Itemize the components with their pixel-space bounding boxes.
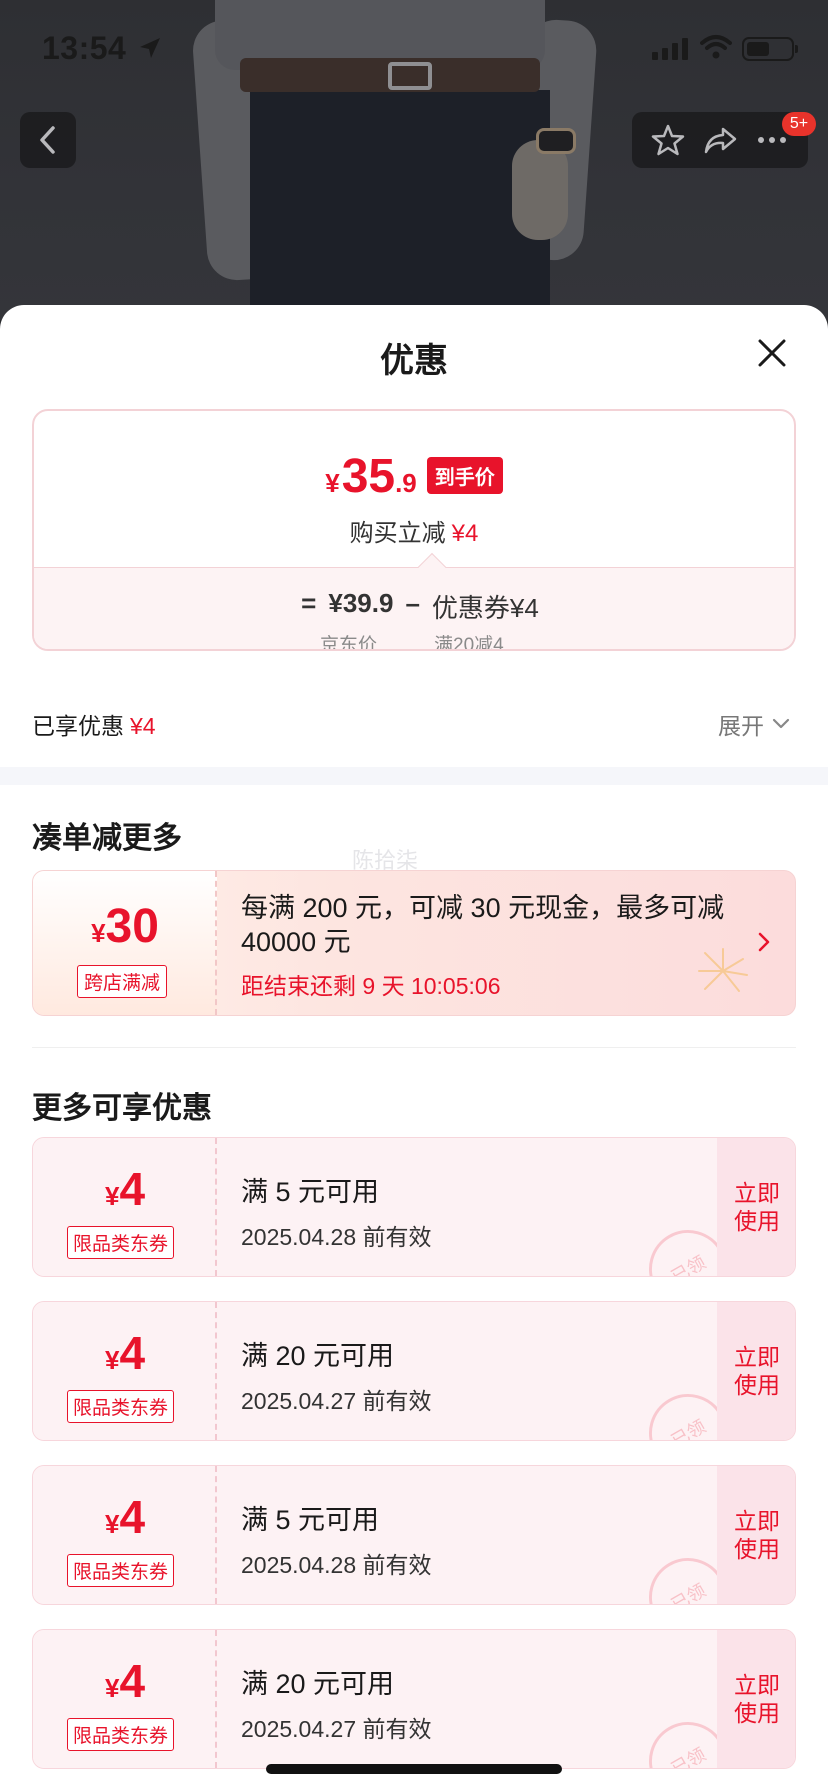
product-watch bbox=[536, 128, 576, 154]
promo-description: 每满 200 元，可减 30 元现金，最多可减 40000 元 bbox=[241, 893, 725, 957]
chevron-right-icon bbox=[758, 932, 770, 952]
final-price-card: ¥ 35 .9 到手价 购买立减 ¥4 = ¥39.9 – 优惠券¥4 京东价 满… bbox=[32, 409, 796, 651]
final-price-currency: ¥ bbox=[325, 468, 340, 498]
coupon-amount-panel: ¥4 限品类东券 bbox=[33, 1138, 217, 1276]
cellular-signal-icon bbox=[652, 38, 688, 60]
coupon-value: 4 bbox=[119, 1163, 146, 1215]
coupon-expiry: 2025.04.27 前有效 bbox=[241, 1388, 432, 1414]
instant-discount: 购买立减 ¥4 bbox=[34, 513, 794, 548]
coupon-value: 4 bbox=[119, 1491, 146, 1543]
final-price-area: ¥ 35 .9 到手价 购买立减 ¥4 bbox=[34, 411, 794, 567]
coupon-value: 4 bbox=[119, 1327, 146, 1379]
enjoyed-discount-label: 已享优惠 bbox=[32, 713, 124, 739]
formula-equals: = bbox=[301, 588, 317, 618]
sheet-title: 优惠 bbox=[380, 342, 448, 380]
share-icon[interactable] bbox=[703, 123, 737, 157]
final-price-integer: 35 bbox=[341, 450, 396, 503]
coupon-condition: 满 5 元可用 bbox=[241, 1177, 380, 1207]
chevron-left-icon bbox=[40, 126, 55, 154]
promo-countdown: 距结束还剩 9 天 10:05:06 bbox=[241, 973, 501, 999]
discount-sheet: 优惠 ¥ 35 .9 到手价 购买立减 ¥4 = ¥39.9 – 优惠券¥4 京东… bbox=[0, 305, 828, 1792]
promo-type-tag: 跨店满减 bbox=[77, 965, 168, 998]
price-formula: = ¥39.9 – 优惠券¥4 bbox=[34, 588, 794, 625]
final-price-tag: 到手价 bbox=[426, 457, 503, 494]
jd-price-label: 京东价 bbox=[320, 635, 378, 651]
final-price: ¥ 35 .9 到手价 bbox=[34, 449, 794, 504]
location-arrow-icon bbox=[140, 38, 160, 58]
battery-icon bbox=[742, 37, 798, 61]
coupon-type-tag: 限品类东券 bbox=[67, 1226, 175, 1259]
coupon-currency: ¥ bbox=[104, 1509, 120, 1539]
status-bar: 13:54 bbox=[0, 0, 828, 100]
coupon-type-tag: 限品类东券 bbox=[67, 1390, 175, 1423]
coupon-currency: ¥ bbox=[104, 1345, 120, 1375]
coupon-value: 4 bbox=[119, 1655, 146, 1707]
coupon-expiry: 2025.04.28 前有效 bbox=[241, 1224, 432, 1250]
section-separator bbox=[32, 1047, 796, 1048]
instant-discount-value: ¥4 bbox=[451, 520, 479, 547]
jd-price: ¥39.9 bbox=[328, 588, 394, 618]
expand-button[interactable]: 展开 bbox=[718, 707, 790, 741]
wifi-icon bbox=[700, 35, 732, 59]
coupon-type-tag: 限品类东券 bbox=[67, 1718, 175, 1751]
coupon-amount: ¥4 bbox=[33, 1162, 217, 1216]
bundle-section-title: 凑单减更多 bbox=[32, 822, 182, 855]
coupon-card: ¥4 限品类东券 满 5 元可用 2025.04.28 前有效 已领 立即使用 bbox=[32, 1137, 796, 1277]
coupon-amount: ¥4 bbox=[33, 1326, 217, 1380]
promo-value: 30 bbox=[105, 900, 159, 953]
use-now-button[interactable]: 立即使用 bbox=[717, 1466, 795, 1604]
enjoyed-discount-value: ¥4 bbox=[130, 713, 156, 739]
promo-amount: ¥30 bbox=[33, 899, 217, 954]
final-price-decimal: .9 bbox=[395, 468, 417, 498]
use-now-button[interactable]: 立即使用 bbox=[717, 1302, 795, 1440]
promo-amount-panel: ¥30 跨店满减 bbox=[33, 871, 217, 1015]
coupon-expiry: 2025.04.27 前有效 bbox=[241, 1716, 432, 1742]
coupon-deduction: 优惠券¥4 bbox=[431, 593, 539, 623]
product-jeans bbox=[250, 90, 550, 320]
use-now-button[interactable]: 立即使用 bbox=[717, 1630, 795, 1768]
price-breakdown: = ¥39.9 – 优惠券¥4 京东价 满20减4 bbox=[34, 567, 794, 651]
coupon-condition: 满 20 元可用 bbox=[241, 1341, 395, 1371]
use-now-button[interactable]: 立即使用 bbox=[717, 1138, 795, 1276]
coupon-condition: 满 20 元可用 bbox=[241, 1669, 395, 1699]
coupon-currency: ¥ bbox=[104, 1181, 120, 1211]
coupon-type-tag: 限品类东券 bbox=[67, 1554, 175, 1587]
chevron-down-icon bbox=[772, 718, 790, 729]
back-button[interactable] bbox=[20, 112, 76, 168]
home-indicator[interactable] bbox=[266, 1764, 562, 1774]
coupon-amount-panel: ¥4 限品类东券 bbox=[33, 1630, 217, 1768]
coupon-amount: ¥4 bbox=[33, 1654, 217, 1708]
close-icon[interactable] bbox=[756, 337, 788, 369]
formula-minus: – bbox=[405, 588, 420, 618]
coupon-condition-label: 满20减4 bbox=[434, 635, 504, 651]
coupon-card: ¥4 限品类东券 满 20 元可用 2025.04.27 前有效 已领 立即使用 bbox=[32, 1301, 796, 1441]
coupon-amount-panel: ¥4 限品类东券 bbox=[33, 1302, 217, 1440]
coupon-expiry: 2025.04.28 前有效 bbox=[241, 1552, 432, 1578]
expand-label: 展开 bbox=[718, 713, 764, 739]
coupon-amount-panel: ¥4 限品类东券 bbox=[33, 1466, 217, 1604]
section-divider bbox=[0, 767, 828, 785]
product-hand bbox=[512, 140, 568, 240]
coupon-currency: ¥ bbox=[104, 1673, 120, 1703]
promo-currency: ¥ bbox=[91, 918, 106, 948]
coupon-card: ¥4 限品类东券 满 20 元可用 2025.04.27 前有效 已领 立即使用 bbox=[32, 1629, 796, 1769]
coupon-condition: 满 5 元可用 bbox=[241, 1505, 380, 1535]
coupon-card: ¥4 限品类东券 满 5 元可用 2025.04.28 前有效 已领 立即使用 bbox=[32, 1465, 796, 1605]
more-discounts-title: 更多可享优惠 bbox=[32, 1092, 212, 1125]
enjoyed-discount: 已享优惠 ¥4 bbox=[32, 707, 156, 741]
status-time: 13:54 bbox=[42, 30, 127, 66]
instant-discount-label: 购买立减 bbox=[349, 520, 446, 547]
coupon-amount: ¥4 bbox=[33, 1490, 217, 1544]
cross-store-promo-card[interactable]: ¥30 跨店满减 每满 200 元，可减 30 元现金，最多可减 40000 元… bbox=[32, 870, 796, 1016]
firework-decoration-icon bbox=[698, 948, 748, 992]
cart-count-badge: 5+ bbox=[782, 112, 816, 136]
star-icon[interactable] bbox=[651, 123, 685, 157]
